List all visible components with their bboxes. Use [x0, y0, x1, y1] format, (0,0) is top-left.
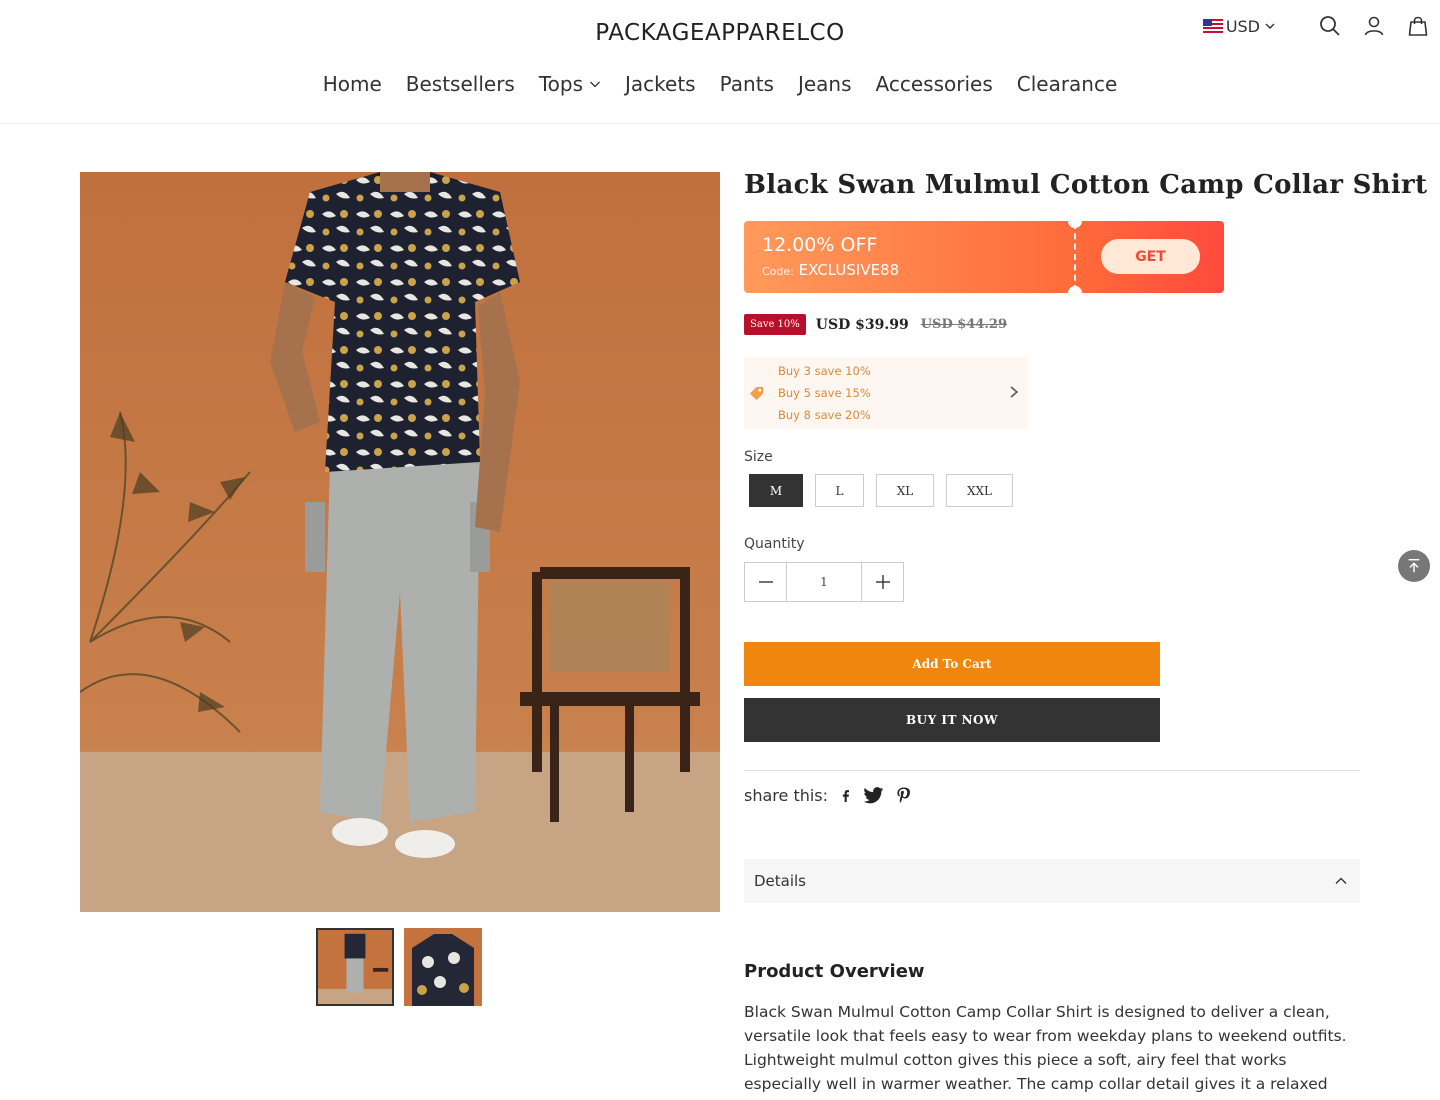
- us-flag-icon: [1202, 19, 1223, 33]
- price-row: Save 10% USD $39.99 USD $44.29: [744, 314, 1007, 335]
- back-to-top-button[interactable]: [1398, 550, 1430, 582]
- current-price: USD $39.99: [815, 316, 909, 333]
- product-main-image[interactable]: [80, 172, 720, 912]
- section-divider: [744, 770, 1360, 771]
- cart-icon[interactable]: [1406, 14, 1430, 38]
- product-photo: [80, 172, 720, 912]
- search-icon[interactable]: [1318, 14, 1342, 38]
- nav-item-clearance[interactable]: Clearance: [1017, 72, 1118, 96]
- quantity-increase-button[interactable]: [862, 563, 903, 601]
- chevron-down-icon: [590, 81, 600, 88]
- chevron-right-icon: [1010, 386, 1019, 398]
- thumbnail-photo-1: [318, 930, 392, 1004]
- coupon-get-button[interactable]: GET: [1101, 239, 1200, 274]
- save-badge: Save 10%: [744, 314, 806, 335]
- pinterest-icon[interactable]: [896, 787, 911, 804]
- header-utilities: USD: [1202, 12, 1430, 40]
- nav-item-home[interactable]: Home: [323, 72, 382, 96]
- quantity-label: Quantity: [744, 536, 805, 552]
- coupon-card: 12.00% OFF Code: EXCLUSIVE88 GET: [744, 221, 1224, 293]
- coupon-code-line: Code: EXCLUSIVE88: [762, 261, 899, 279]
- share-label: share this:: [744, 786, 829, 805]
- currency-selector[interactable]: USD: [1202, 16, 1276, 36]
- nav-item-accessories[interactable]: Accessories: [876, 72, 993, 96]
- nav-item-bestsellers[interactable]: Bestsellers: [406, 72, 515, 96]
- nav-item-jeans[interactable]: Jeans: [798, 72, 852, 96]
- share-row: share this:: [744, 786, 911, 805]
- size-option-l[interactable]: L: [815, 474, 864, 507]
- thumbnail-photo-2: [404, 928, 482, 1006]
- bundle-offer-3: Buy 8 save 20%: [778, 408, 871, 422]
- size-option-m[interactable]: M: [749, 474, 803, 507]
- product-title: Black Swan Mulmul Cotton Camp Collar Shi…: [744, 170, 1428, 200]
- tag-icon: [744, 357, 768, 429]
- quantity-stepper: [744, 562, 904, 602]
- coupon-code: EXCLUSIVE88: [798, 261, 900, 279]
- buy-now-button[interactable]: BUY IT NOW: [744, 698, 1160, 742]
- thumbnail-2[interactable]: [404, 928, 482, 1006]
- thumbnail-gallery: [316, 928, 492, 1006]
- coupon-divider: [1074, 223, 1076, 291]
- thumbnail-1[interactable]: [316, 928, 394, 1006]
- arrow-up-icon: [1408, 558, 1420, 573]
- nav-item-tops[interactable]: Tops: [539, 72, 601, 96]
- facebook-icon[interactable]: [840, 787, 852, 805]
- nav-item-pants[interactable]: Pants: [720, 72, 774, 96]
- quantity-decrease-button[interactable]: [745, 563, 786, 601]
- size-option-xxl[interactable]: XXL: [946, 474, 1013, 507]
- coupon-notch-top: [1068, 221, 1082, 228]
- overview-heading: Product Overview: [744, 961, 925, 982]
- currency-label: USD: [1225, 16, 1260, 36]
- coupon-code-label: Code:: [762, 265, 794, 278]
- chevron-up-icon: [1335, 877, 1347, 884]
- product-info: Black Swan Mulmul Cotton Camp Collar Shi…: [744, 170, 1428, 1093]
- chevron-down-icon: [1265, 23, 1275, 29]
- add-to-cart-button[interactable]: Add To Cart: [744, 642, 1160, 686]
- bundle-offer-2: Buy 5 save 15%: [778, 386, 871, 400]
- plus-icon: [875, 575, 890, 589]
- coupon-notch-bottom: [1068, 286, 1082, 293]
- bundle-discount-box[interactable]: Buy 3 save 10% Buy 5 save 15% Buy 8 save…: [744, 357, 1028, 429]
- twitter-icon[interactable]: [864, 787, 884, 804]
- minus-icon: [758, 581, 773, 583]
- details-accordion[interactable]: Details: [744, 859, 1360, 903]
- account-icon[interactable]: [1362, 14, 1386, 38]
- bundle-offer-1: Buy 3 save 10%: [778, 364, 871, 378]
- site-header: PACKAGEAPPARELCO USD Home Bestsellers To…: [0, 0, 1440, 124]
- size-options: M L XL XXL: [749, 474, 1025, 507]
- size-option-xl[interactable]: XL: [876, 474, 934, 507]
- nav-item-jackets[interactable]: Jackets: [625, 72, 696, 96]
- coupon-discount: 12.00% OFF: [762, 234, 878, 256]
- details-label: Details: [754, 872, 807, 890]
- nav-item-tops-label: Tops: [538, 72, 584, 96]
- overview-text: Black Swan Mulmul Cotton Camp Collar Shi…: [744, 1003, 1347, 1093]
- main-nav: Home Bestsellers Tops Jackets Pants Jean…: [0, 72, 1440, 96]
- size-label: Size: [744, 449, 773, 465]
- original-price: USD $44.29: [920, 317, 1007, 332]
- quantity-input[interactable]: [786, 563, 862, 601]
